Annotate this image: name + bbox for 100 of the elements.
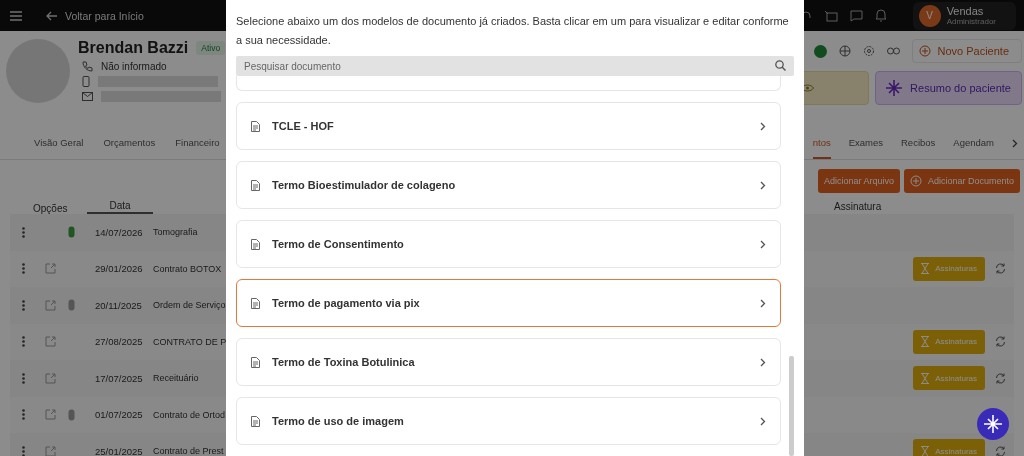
edit-icon[interactable] [45,445,56,456]
user-menu[interactable]: V Vendas Administrador [912,1,1016,30]
document-icon [251,238,260,250]
edit-icon[interactable] [45,263,56,275]
more-options-icon[interactable] [22,445,25,456]
tab[interactable]: Agendam [953,127,994,159]
hourglass-icon [921,372,930,384]
tab[interactable]: Financeiro [175,127,220,159]
chevron-right-icon [760,416,766,426]
tab[interactable]: Orçamentos [103,127,156,159]
more-options-icon[interactable] [22,409,25,421]
mail-icon [82,91,93,101]
column-header: Opções [33,203,69,214]
globe-icon[interactable] [839,45,852,57]
back-arrow-icon[interactable] [46,10,57,21]
tab[interactable]: Visão Geral [34,127,84,159]
refresh-icon[interactable] [995,263,1006,275]
transfer-icon[interactable] [823,9,838,22]
user-role: Administrador [946,17,996,26]
document-card[interactable]: TCLE - HOF [236,102,781,150]
chevron-right-icon [760,357,766,367]
edit-icon[interactable] [45,372,56,384]
new-patient-button[interactable]: Novo Paciente [912,39,1022,63]
user-avatar: V [918,4,941,27]
more-options-icon[interactable] [22,263,25,275]
add-button[interactable]: Adicionar Documento [903,169,1020,193]
document-card[interactable]: Termo de uso de imagem [236,397,781,445]
scrollbar[interactable] [789,356,794,456]
whatsapp-icon[interactable] [814,44,828,58]
document-card[interactable]: Termo Bioestimulador de colageno [236,161,781,209]
paperclip-icon[interactable] [68,226,75,239]
table-cell: Ordem de Serviço [153,300,223,311]
patient-name: Brendan Bazzi [78,39,189,57]
document-title: TCLE - HOF [272,120,335,132]
table-cell-text: Receituário [153,373,200,384]
document-card[interactable]: Termo de Consentimento [236,220,781,268]
document-icon [251,415,260,427]
edit-icon[interactable] [45,299,56,311]
tab[interactable]: Exames [848,127,883,159]
more-options-icon[interactable] [22,372,25,384]
table-cell: Contrato de Ortod [153,409,223,420]
hourglass-icon [921,263,930,275]
document-title: Termo de Toxina Botulinica [272,356,416,368]
chevron-right-icon [760,121,766,131]
user-name: Vendas [946,5,985,17]
search-icon[interactable] [775,60,786,71]
column-header: Assinatura [834,201,883,214]
settings-icon[interactable] [863,45,876,57]
table-cell-text: 20/11/2025 [95,299,143,311]
document-title: Termo de pagamento via pix [272,297,421,309]
tab[interactable]: ntos [812,127,831,159]
patient-summary-button[interactable]: Resumo do paciente [875,71,1022,105]
dialog-description: Selecione abaixo um dos modelos de documento já criados. Basta clicar em um para visualizar e editar conforme a sua necessidade. [236,14,790,48]
edit-icon[interactable] [45,409,56,421]
document-title: Termo de uso de imagem [272,415,405,427]
plus-icon [909,175,922,187]
document-title: Termo Bioestimulador de colageno [272,179,457,191]
phone-number: Não informado [101,60,167,72]
chevron-right-icon [760,298,766,308]
chevron-right-icon[interactable] [1012,138,1018,148]
document-icon [251,356,260,368]
menu-icon[interactable] [10,10,22,21]
more-options-icon[interactable] [22,299,25,311]
table-cell-text: 25/01/2025 [95,445,144,456]
document-icon [251,297,260,309]
document-icon [251,120,260,132]
back-link[interactable]: Voltar para Início [65,9,144,22]
table-cell: Contrato de Prest [153,446,223,456]
link-icon[interactable] [887,47,901,55]
document-icon [251,179,260,191]
chat-icon[interactable] [849,9,863,22]
document-card[interactable]: Termo de pagamento via pix [236,279,781,327]
hourglass-icon [921,336,930,348]
mobile-icon [82,75,90,87]
table-cell-text: 14/07/2026 [95,226,144,238]
table-cell-text: 17/07/2025 [95,372,144,384]
plus-icon [919,45,932,57]
add-button[interactable]: Adicionar Arquivo [817,169,900,193]
sparkle-icon [886,80,903,96]
refresh-icon[interactable] [995,372,1006,384]
refresh-icon[interactable] [995,445,1006,456]
edit-icon[interactable] [45,336,56,348]
paperclip-icon[interactable] [68,299,75,312]
document-card[interactable]: Termo de Toxina Botulinica [236,338,781,386]
chevron-right-icon [760,239,766,249]
table-cell-text: Tomografia [153,227,199,238]
sparkle-button[interactable] [977,408,1009,440]
paperclip-icon[interactable] [68,408,75,421]
table-cell-text: 01/07/2025 [95,409,144,421]
document-title: Termo de Consentimento [272,238,405,250]
more-options-icon[interactable] [22,226,25,238]
table-cell-text: 27/08/2025 [95,336,144,348]
tab[interactable]: Recibos [901,127,936,159]
bell-icon[interactable] [874,9,887,22]
table-cell: Contrato BOTOX [153,263,223,274]
more-options-icon[interactable] [22,336,25,348]
table-cell-text: 29/01/2026 [95,263,144,275]
refresh-icon[interactable] [995,336,1006,348]
search-field[interactable]: Pesquisar documento [236,56,794,76]
status-badge: Ativo [196,41,226,55]
